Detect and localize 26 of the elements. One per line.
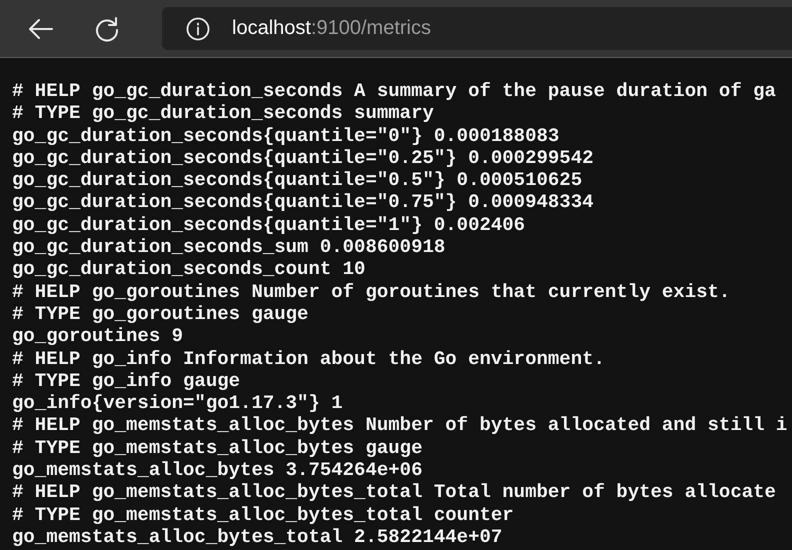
metrics-line: # TYPE go_memstats_alloc_bytes_total counter: [12, 504, 515, 526]
metrics-line: go_memstats_alloc_bytes_total 2.5822144e+07: [12, 526, 504, 548]
address-bar[interactable]: localhost:9100/metrics: [162, 7, 792, 50]
metrics-line: go_memstats_alloc_bytes 3.754264e+06: [12, 459, 424, 482]
metrics-line: go_gc_duration_seconds{quantile="0"} 0.000188083: [12, 124, 560, 147]
reload-icon: [94, 16, 120, 42]
metrics-line: # HELP go_goroutines Number of goroutines that currently exist.: [12, 280, 732, 303]
metrics-line: go_gc_duration_seconds{quantile="0.75"} 0.000948334: [12, 191, 594, 214]
info-icon: [186, 16, 210, 40]
metrics-line: go_gc_duration_seconds_count 10: [12, 258, 366, 281]
metrics-line: # HELP go_gc_duration_seconds A summary of the pause duration of ga: [12, 80, 777, 102]
metrics-line: go_gc_duration_seconds{quantile="1"} 0.002406: [12, 214, 526, 236]
metrics-line: go_info{version="go1.17.3"} 1: [12, 392, 344, 414]
metrics-line: # TYPE go_goroutines gauge: [12, 302, 310, 326]
metrics-line: # TYPE go_info gauge: [12, 370, 242, 392]
metrics-line: go_goroutines 9: [12, 325, 184, 348]
metrics-line: # HELP go_memstats_alloc_bytes_total Total number of bytes allocate: [12, 481, 777, 504]
metrics-line: # HELP go_info Information about the Go environment.: [12, 348, 606, 370]
metrics-line: go_gc_duration_seconds{quantile="0.5"} 0.000510625: [12, 169, 584, 192]
metrics-line: go_gc_duration_seconds{quantile="0.25"} 0.000299542: [12, 146, 594, 170]
metrics-line: # TYPE go_gc_duration_seconds summary: [12, 102, 435, 125]
metrics-line: # TYPE go_memstats_alloc_bytes gauge: [12, 436, 424, 460]
metrics-line: # HELP go_memstats_alloc_bytes Number of bytes allocated and still i: [12, 414, 788, 437]
metrics-line: go_gc_duration_seconds_sum 0.008600918: [12, 236, 446, 258]
back-arrow-icon: [28, 18, 54, 40]
url-text: localhost:9100/metrics: [232, 17, 431, 40]
